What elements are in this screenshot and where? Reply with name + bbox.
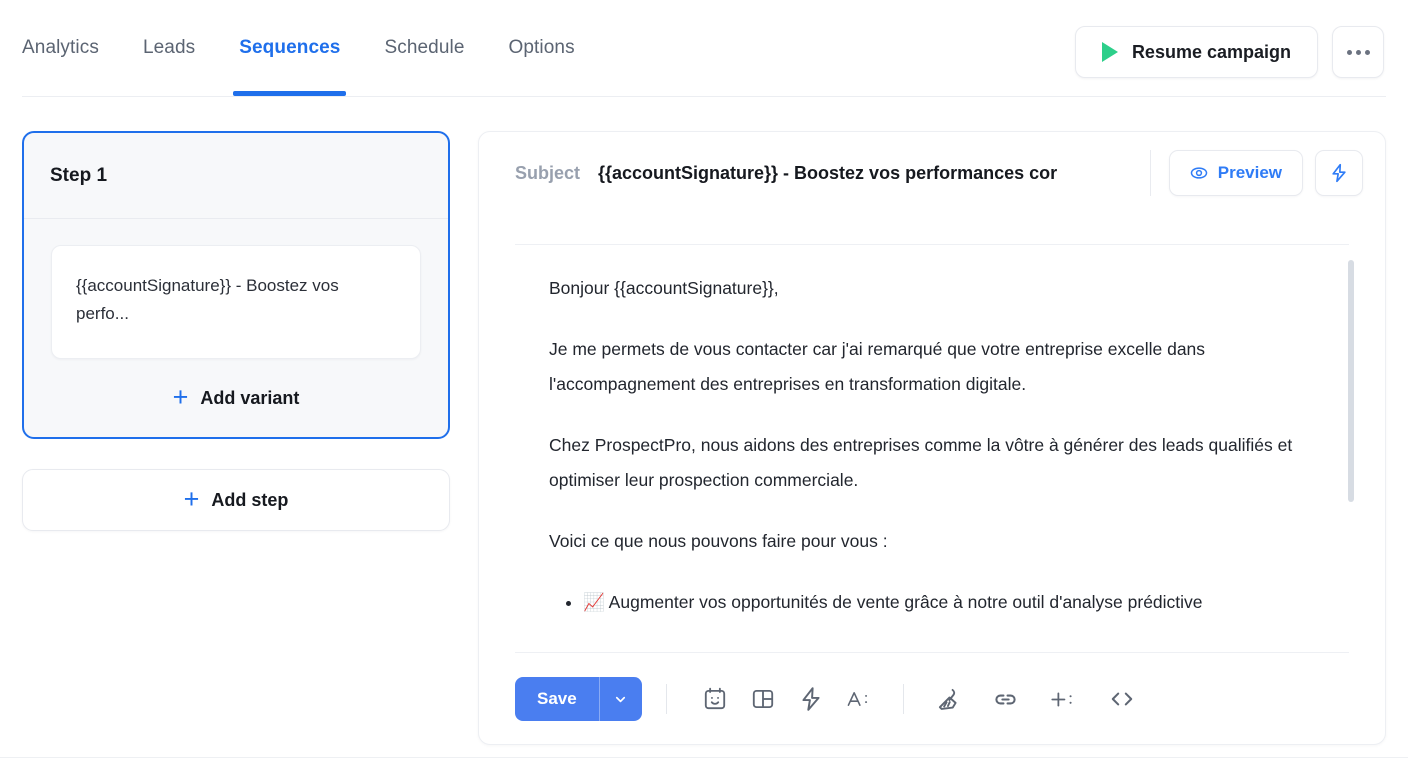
emoji-calendar-icon — [704, 687, 725, 710]
body-scrollbar-thumb[interactable] — [1348, 260, 1354, 502]
emoji-picker-button[interactable] — [691, 677, 739, 721]
ellipsis-icon — [1355, 49, 1361, 55]
toolbar-divider — [902, 684, 904, 714]
more-options-button[interactable] — [1332, 26, 1384, 78]
body-bullet-list: 📈 Augmenter vos opportunités de vente gr… — [549, 585, 1341, 620]
email-body-editor[interactable]: Bonjour {{accountSignature}}, Je me perm… — [549, 271, 1341, 620]
preview-button[interactable]: Preview — [1168, 150, 1303, 196]
code-view-button[interactable] — [1098, 677, 1146, 721]
lightning-icon — [802, 687, 820, 711]
subject-input[interactable]: {{accountSignature}} - Boostez vos perfo… — [598, 163, 1144, 184]
body-paragraph: Je me permets de vous contacter car j'ai… — [549, 339, 1206, 394]
step-body: {{accountSignature}} - Boostez vos perfo… — [24, 219, 448, 437]
step-card[interactable]: Step 1 {{accountSignature}} - Boostez vo… — [22, 131, 450, 439]
variant-card[interactable]: {{accountSignature}} - Boostez vos perfo… — [51, 245, 421, 359]
eye-icon — [1190, 167, 1207, 179]
play-icon — [1101, 42, 1118, 62]
email-body-area: Bonjour {{accountSignature}}, Je me perm… — [479, 245, 1385, 652]
page-header: Analytics Leads Sequences Schedule Optio… — [0, 0, 1408, 96]
preview-label: Preview — [1217, 163, 1282, 182]
add-step-label: Add step — [211, 489, 289, 510]
tab-options[interactable]: Options — [486, 0, 596, 96]
sequence-steps-column: Step 1 {{accountSignature}} - Boostez vo… — [22, 131, 450, 531]
body-scrollbar[interactable] — [1348, 260, 1354, 640]
text-format-button[interactable] — [835, 677, 883, 721]
resume-campaign-button[interactable]: Resume campaign — [1074, 26, 1318, 78]
layout-grid-icon — [752, 689, 773, 709]
toolbar-lightning-button[interactable] — [787, 677, 835, 721]
step-header: Step 1 — [24, 133, 448, 219]
link-icon — [995, 694, 1016, 704]
save-button[interactable]: Save — [515, 677, 600, 721]
toolbar-divider — [665, 684, 667, 714]
tab-leads[interactable]: Leads — [121, 0, 217, 96]
clear-formatting-button[interactable] — [924, 677, 972, 721]
chevron-down-icon — [616, 696, 626, 702]
resume-campaign-label: Resume campaign — [1131, 41, 1291, 62]
text-format-icon — [847, 692, 867, 706]
header-divider — [22, 96, 1386, 97]
body-paragraph: Voici ce que nous pouvons faire pour vou… — [549, 531, 888, 551]
main-tabs: Analytics Leads Sequences Schedule Optio… — [0, 0, 597, 96]
header-actions: Resume campaign — [1074, 26, 1384, 78]
variant-subject-preview: {{accountSignature}} - Boostez vos perfo… — [76, 276, 339, 324]
code-icon — [1111, 692, 1132, 706]
insert-variable-icon — [1051, 692, 1072, 706]
email-editor-panel: Subject {{accountSignature}} - Boostez v… — [478, 131, 1386, 745]
body-paragraph: Chez ProspectPro, nous aidons des entrep… — [549, 435, 1293, 490]
tab-sequences[interactable]: Sequences — [217, 0, 362, 96]
step-title: Step 1 — [50, 164, 108, 186]
ai-generate-button[interactable] — [1315, 150, 1363, 196]
save-button-group[interactable]: Save — [515, 677, 642, 721]
subject-row: Subject {{accountSignature}} - Boostez v… — [479, 132, 1385, 214]
plus-icon: + — [172, 381, 189, 412]
save-dropdown-button[interactable] — [600, 677, 642, 721]
body-paragraph: Bonjour {{accountSignature}}, — [549, 278, 779, 298]
template-layout-button[interactable] — [739, 677, 787, 721]
tab-schedule[interactable]: Schedule — [362, 0, 486, 96]
lightning-icon — [1332, 163, 1346, 183]
editor-toolbar: Save — [479, 653, 1385, 744]
tab-analytics[interactable]: Analytics — [22, 0, 121, 96]
insert-link-button[interactable] — [982, 677, 1030, 721]
ellipsis-icon — [1364, 49, 1370, 55]
page-bottom-edge — [0, 757, 1408, 758]
insert-variable-button[interactable] — [1040, 677, 1088, 721]
add-step-button[interactable]: + Add step — [22, 469, 450, 531]
add-variant-label: Add variant — [200, 387, 300, 408]
plus-icon: + — [183, 483, 200, 514]
add-variant-button[interactable]: + Add variant — [51, 359, 421, 437]
sequences-page: Analytics Leads Sequences Schedule Optio… — [0, 0, 1408, 772]
ellipsis-icon — [1346, 49, 1352, 55]
subject-label: Subject — [515, 162, 581, 183]
broom-clear-format-icon — [939, 688, 957, 710]
subject-divider — [1149, 150, 1151, 196]
list-item: 📈 Augmenter vos opportunités de vente gr… — [583, 585, 1341, 620]
